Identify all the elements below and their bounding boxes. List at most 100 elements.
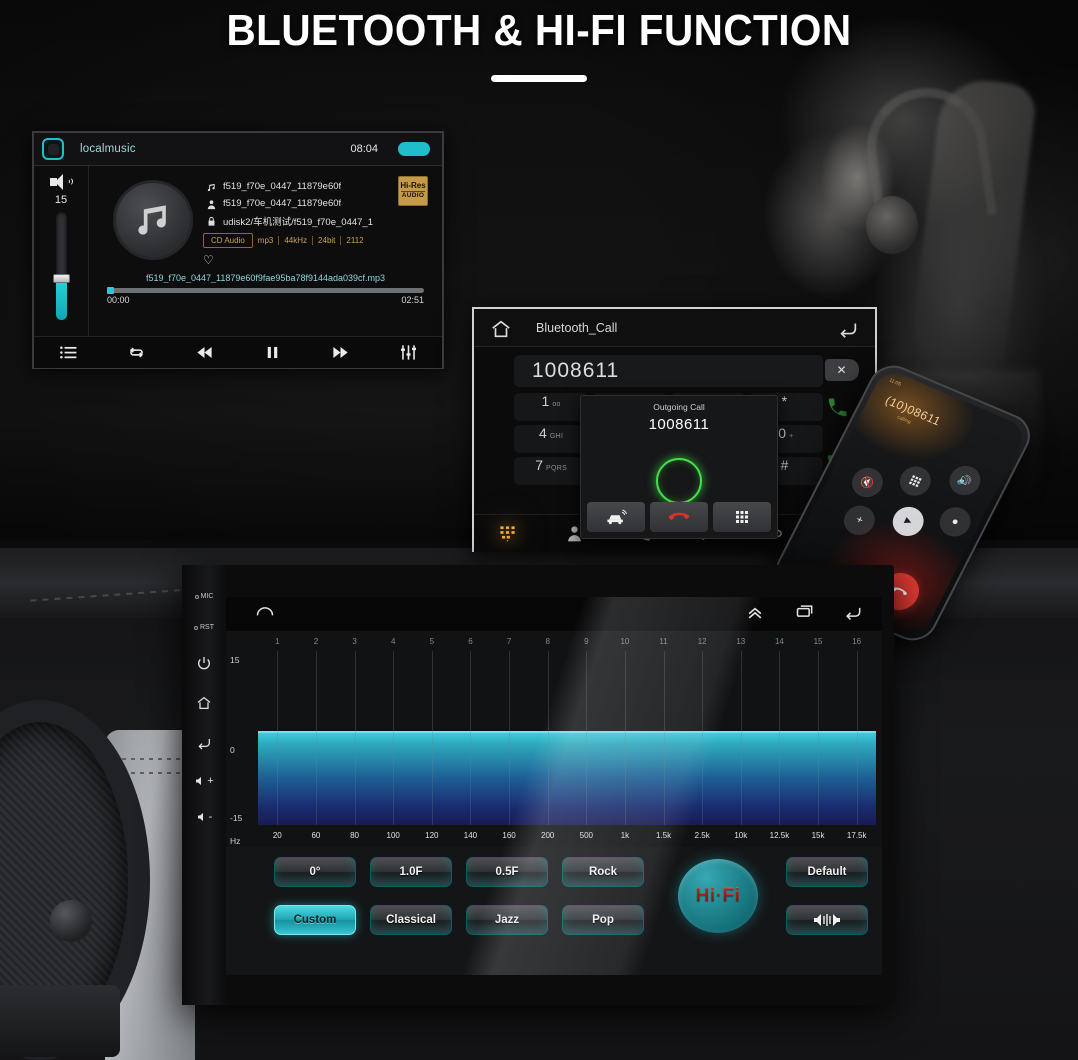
band-number: 13 [736,637,746,646]
mute-icon[interactable]: 🔇 [846,463,889,502]
call-status: Outgoing Call [653,402,705,412]
contacts-icon[interactable]: ● [934,502,976,542]
band-number: 1 [275,637,280,646]
track-metadata: Hi-Res AUDIO f519_f70e_0447_11879e60f f5… [203,176,432,267]
add-call-icon[interactable]: + [838,501,881,540]
equalizer-screen: 15 0 -15 Hz 1 2 3 4 5 6 7 8 9 10 11 12 13 14 15 16 20 60… [226,597,882,975]
key-4[interactable]: 4 GHI [514,425,589,453]
hifi-button[interactable]: Hi·Fi [678,859,758,933]
band-gridline[interactable] [586,651,588,825]
default-button[interactable]: Default [786,857,868,887]
transfer-to-car-icon[interactable] [587,502,645,532]
phone-status-bar: 11:05 [887,377,902,388]
meta-row-path: udisk2/车机测试/f519_f70e_0447_11 [203,212,432,229]
preset-pop[interactable]: Pop [562,905,644,935]
time-row: 00:00 02:51 [107,295,424,305]
volume-up-icon[interactable]: + [194,775,214,787]
balance-speakers-icon[interactable] [786,905,868,935]
preset-jazz[interactable]: Jazz [466,905,548,935]
equalizer-icon[interactable] [399,343,418,362]
player-controls [34,336,442,368]
band-gridline[interactable] [393,651,395,825]
band-gridline[interactable] [354,651,356,825]
dialpad-icon[interactable] [493,522,521,546]
preset-0deg[interactable]: 0° [274,857,356,887]
band-gridline[interactable] [818,651,820,825]
player-titlebar: localmusic 08:04 [34,133,442,166]
band-number: 10 [620,637,630,646]
codec-label: mp3 [253,236,280,245]
reset-indicator[interactable]: RST [194,624,214,631]
band-gridline[interactable] [702,651,704,825]
band-number: 16 [852,637,862,646]
dialed-number: 1008611 [532,359,620,382]
pause-icon[interactable] [263,343,282,362]
promo-page: BLUETOOTH & HI-FI FUNCTION localmusic 08… [0,0,1078,1060]
band-gridline[interactable] [856,651,858,825]
track-path: udisk2/车机测试/f519_f70e_0447_11 [223,216,373,228]
heart-icon[interactable]: ♡ [203,253,432,267]
next-icon[interactable] [331,343,350,362]
preset-0-5f[interactable]: 0.5F [466,857,548,887]
home-icon[interactable] [196,695,212,711]
recents-icon[interactable] [794,602,816,627]
band-gridline[interactable] [624,651,626,825]
playlist-icon[interactable] [59,343,78,362]
band-gridline[interactable] [431,651,433,825]
back-arrow-icon[interactable] [842,602,864,627]
band-gridline[interactable] [779,651,781,825]
band-gridline[interactable] [663,651,665,825]
band-number: 11 [659,637,668,646]
band-gridline[interactable] [315,651,317,825]
format-row: CD Audio mp3 44kHz 24bit 2112 [203,233,432,248]
music-note-icon [138,205,166,235]
speaker-icon[interactable]: 🔊 [944,461,986,500]
power-icon[interactable] [196,655,212,671]
key-7[interactable]: 7 PQRS [514,457,589,485]
progress-slider[interactable] [107,287,424,294]
key-1[interactable]: 1 oo [514,393,589,421]
y-tick-max: 15 [230,655,240,665]
preset-rock[interactable]: Rock [562,857,644,887]
home-icon[interactable] [490,318,512,338]
volume-fill [55,278,67,320]
preset-1-0f[interactable]: 1.0F [370,857,452,887]
band-number: 15 [813,637,823,646]
frequency-label: 120 [425,831,439,840]
preset-custom[interactable]: Custom [274,905,356,935]
volume-slider[interactable] [52,212,70,320]
preset-classical[interactable]: Classical [370,905,452,935]
y-tick-min: -15 [230,813,243,823]
hangup-icon[interactable] [650,502,708,532]
band-gridline[interactable] [740,651,742,825]
progress-thumb[interactable] [107,287,114,294]
frequency-label: 500 [579,831,593,840]
equalizer-presets: 0° 1.0F 0.5F Rock Custom Classical Jazz … [226,847,882,975]
app-square-icon[interactable] [42,138,64,160]
volume-panel[interactable]: 15 [34,166,89,336]
video-icon[interactable]: ► [887,502,929,541]
lock-icon [203,213,219,227]
home-icon[interactable] [254,602,276,627]
repeat-icon[interactable] [127,343,146,362]
equalizer-chart[interactable]: 15 0 -15 Hz 1 2 3 4 5 6 7 8 9 10 11 12 13 14 15 16 20 60… [226,631,882,847]
band-number: 14 [774,637,784,646]
player-body: 15 Hi-Res AUDIO f519_f70e_0447_11879e60f… [34,166,442,336]
band-gridline[interactable] [509,651,511,825]
dialed-number-field[interactable]: 1008611 ✕ [514,355,859,387]
keypad-icon[interactable] [894,461,936,501]
keypad-icon[interactable] [713,502,771,532]
previous-icon[interactable] [195,343,214,362]
stalk-knob [50,900,92,942]
band-gridline[interactable] [277,651,279,825]
backspace-icon[interactable]: ✕ [825,359,859,381]
chevron-up-icon[interactable] [744,602,766,627]
volume-thumb[interactable] [52,274,70,284]
back-icon[interactable] [196,735,212,751]
band-gridline[interactable] [470,651,472,825]
back-arrow-icon[interactable] [837,318,859,338]
band-gridline[interactable] [547,651,549,825]
calling-ring-indicator [656,458,702,504]
volume-down-icon[interactable]: - [196,811,212,823]
frequency-label: 140 [463,831,478,840]
